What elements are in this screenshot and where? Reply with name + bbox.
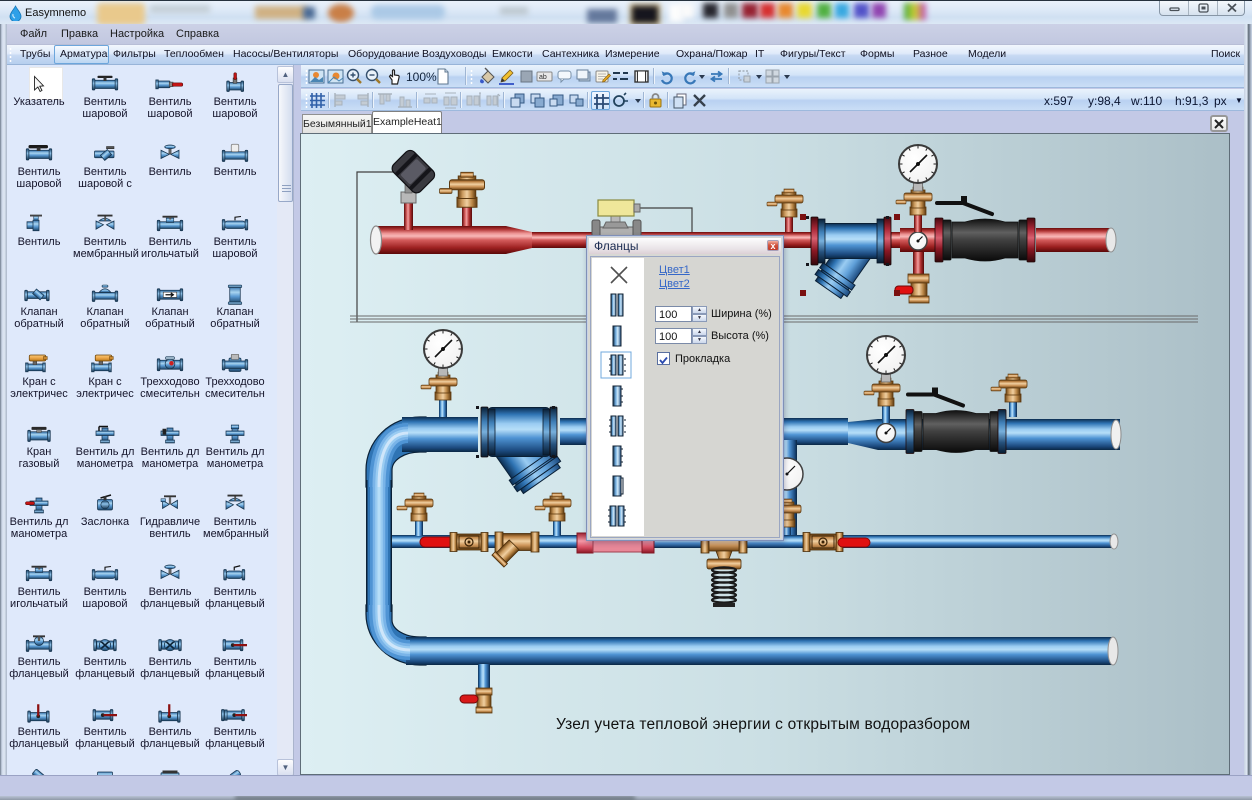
svg-text:ab: ab	[539, 74, 547, 81]
